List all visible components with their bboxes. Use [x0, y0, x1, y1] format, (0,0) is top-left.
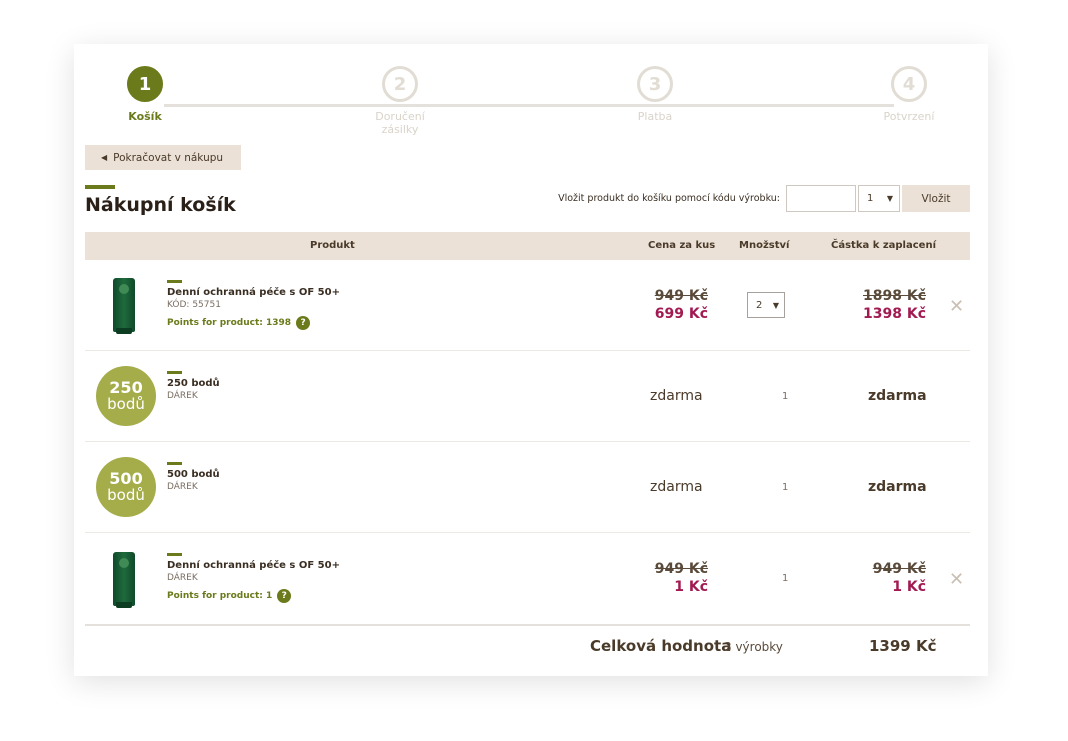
unit-price-new: 1 Kč: [674, 579, 708, 595]
step-cart[interactable]: 1 Košík: [85, 66, 205, 123]
amount-new: 1398 Kč: [863, 306, 926, 322]
product-accent-bar: [167, 371, 182, 374]
product-points: Points for product: 1 ?: [167, 589, 292, 603]
unit-price: zdarma: [650, 479, 703, 495]
page-title: Nákupní košík: [85, 194, 236, 216]
header-product: Produkt: [310, 240, 355, 251]
amount: zdarma: [868, 388, 927, 404]
table-row: 500 bodů 500 bodů DÁREK zdarma 1 zdarma: [85, 442, 970, 533]
quantity-value: 1: [782, 482, 789, 493]
unit-price: zdarma: [650, 388, 703, 404]
product-image: [113, 278, 135, 334]
step-confirmation: 4 Potvrzení: [849, 66, 969, 123]
total-count: 3 výrobky: [724, 640, 783, 654]
product-code: DÁREK: [167, 573, 198, 583]
quantity-value: 1: [782, 573, 789, 584]
amount-new: 1 Kč: [892, 579, 926, 595]
amount-old: 1898 Kč: [863, 288, 926, 304]
header-quantity: Množství: [739, 240, 790, 251]
table-row: 250 bodů 250 bodů DÁREK zdarma 1 zdarma: [85, 351, 970, 442]
amount: zdarma: [868, 479, 927, 495]
product-accent-bar: [167, 553, 182, 556]
badge-number: 500: [109, 469, 143, 488]
add-quantity-value: 1: [867, 193, 874, 204]
product-name: 250 bodů: [167, 378, 220, 389]
header-unit-price: Cena za kus: [648, 240, 716, 251]
points-badge: 500 bodů: [96, 457, 156, 517]
step-delivery: 2 Doručení zásilky: [340, 66, 460, 136]
continue-shopping-label: Pokračovat v nákupu: [113, 151, 224, 164]
table-row: Denní ochranná péče s OF 50+ DÁREK Point…: [85, 533, 970, 624]
step-payment: 3 Platba: [595, 66, 715, 123]
add-quantity-select[interactable]: 1 ▼: [858, 185, 900, 212]
amount-old: 949 Kč: [872, 561, 926, 577]
table-row: Denní ochranná péče s OF 50+ KÓD: 55751 …: [85, 260, 970, 351]
step-label: Potvrzení: [883, 110, 935, 123]
table-header: Produkt Cena za kus Množství Částka k za…: [85, 232, 970, 260]
product-accent-bar: [167, 462, 182, 465]
total-label: Celková hodnota: [590, 637, 732, 655]
add-by-code-label: Vložit produkt do košíku pomocí kódu výr…: [558, 193, 780, 204]
product-code: DÁREK: [167, 391, 198, 401]
badge-number: 250: [109, 378, 143, 397]
product-name[interactable]: Denní ochranná péče s OF 50+: [167, 287, 340, 298]
product-image: [113, 552, 135, 608]
step-number: 1: [127, 66, 163, 102]
points-badge: 250 bodů: [96, 366, 156, 426]
chevron-down-icon: ▼: [886, 194, 893, 203]
step-number: 4: [891, 66, 927, 102]
step-label: Platba: [637, 110, 673, 123]
quantity-value: 1: [782, 391, 789, 402]
help-icon[interactable]: ?: [277, 589, 292, 603]
total-divider: [85, 624, 970, 626]
remove-icon[interactable]: ✕: [949, 569, 964, 590]
step-number: 2: [382, 66, 418, 102]
badge-unit: bodů: [107, 486, 145, 504]
help-icon[interactable]: ?: [296, 316, 311, 330]
unit-price-old: 949 Kč: [654, 561, 708, 577]
product-accent-bar: [167, 280, 182, 283]
title-accent-bar: [85, 185, 115, 189]
points-text: Points for product: 1398: [167, 318, 292, 328]
quantity-select[interactable]: 2 ▼: [747, 292, 785, 318]
product-name: 500 bodů: [167, 469, 220, 480]
quantity-value: 2: [756, 299, 763, 311]
unit-price-old: 949 Kč: [654, 288, 708, 304]
step-number: 3: [637, 66, 673, 102]
add-by-code-button[interactable]: Vložit: [902, 185, 970, 212]
cart-card: 1 Košík 2 Doručení zásilky 3 Platba 4 Po…: [74, 44, 988, 676]
product-code: KÓD: 55751: [167, 300, 221, 310]
total-value: 1399 Kč: [869, 637, 937, 655]
step-label: Doručení zásilky: [375, 110, 425, 136]
continue-shopping-button[interactable]: ◀ Pokračovat v nákupu: [85, 145, 241, 170]
chevron-left-icon: ◀: [101, 153, 108, 162]
remove-icon[interactable]: ✕: [949, 296, 964, 317]
product-name[interactable]: Denní ochranná péče s OF 50+: [167, 560, 340, 571]
unit-price-new: 699 Kč: [654, 306, 708, 322]
product-points: Points for product: 1398 ?: [167, 316, 311, 330]
header-amount: Částka k zaplacení: [831, 240, 936, 251]
step-label: Košík: [128, 110, 162, 123]
product-code-input[interactable]: [786, 185, 856, 212]
chevron-down-icon: ▼: [772, 300, 779, 310]
points-text: Points for product: 1: [167, 591, 273, 601]
badge-unit: bodů: [107, 395, 145, 413]
product-code: DÁREK: [167, 482, 198, 492]
stepper-line: [164, 104, 894, 107]
